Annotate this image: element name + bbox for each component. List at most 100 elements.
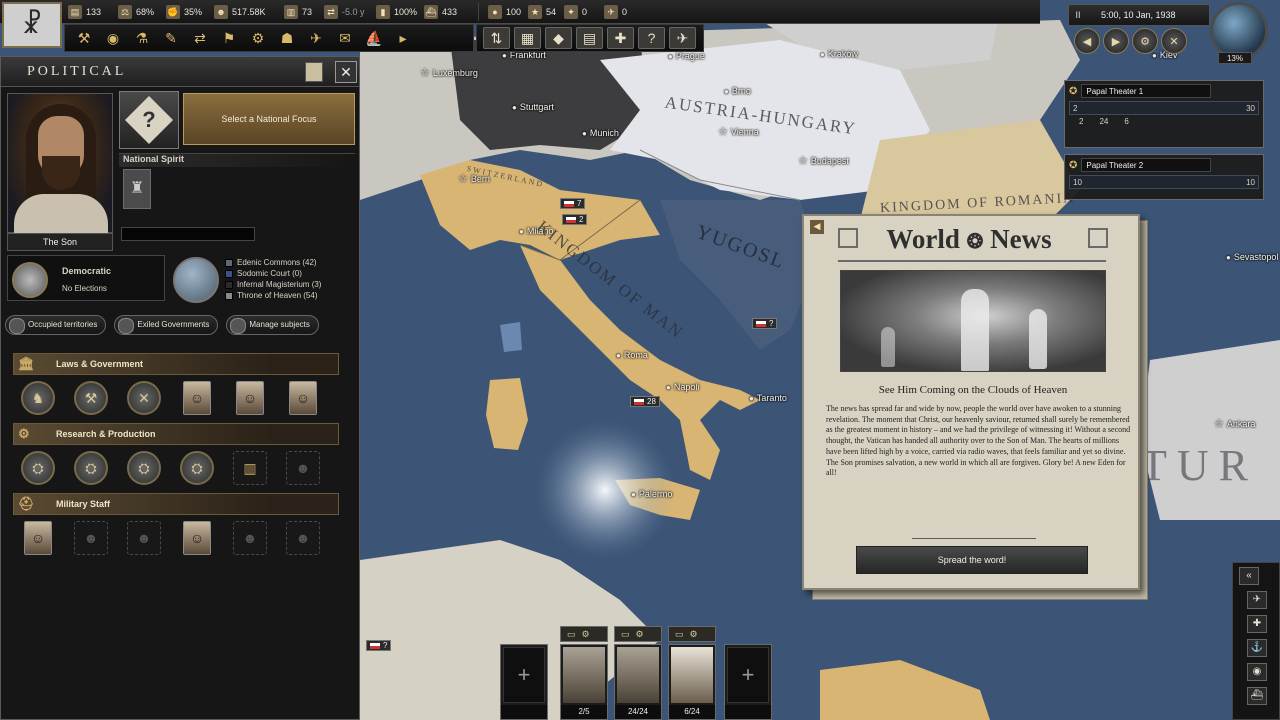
city-luxemburg[interactable]: Luxemburg [420,66,478,79]
date-display[interactable]: II 5:00, 10 Jan, 1938 [1068,4,1210,26]
plane-icon[interactable]: ✈ [1247,591,1267,609]
advisor-portrait[interactable]: ☺ [289,381,317,415]
speed-up-icon[interactable]: ▶ [1103,28,1129,54]
exiled-governments-button[interactable]: Exiled Governments [114,315,219,335]
logistics-icon[interactable]: ✈ [303,27,329,49]
army-tab[interactable]: ▭ ⚙ [560,626,608,642]
document-icon[interactable] [305,62,323,82]
air-icon[interactable]: ▸ [390,27,416,49]
document-icon[interactable]: ▤ [576,27,603,49]
ship-icon[interactable]: ⛴ [1247,687,1267,705]
city-prague[interactable]: Prague [668,51,705,61]
country-flag[interactable]: ☧ [2,2,62,48]
advisor-portrait[interactable]: ☺ [236,381,264,415]
unit-counter[interactable]: 28 [630,396,660,407]
manpower-counter[interactable]: ☻ 517.58K [214,3,266,21]
tank-designer-icon[interactable]: ⛭ [21,451,55,485]
crossed-swords-icon[interactable]: ✕ [1161,28,1187,54]
materiel-designer-icon[interactable]: ⛭ [180,451,214,485]
political-power-counter[interactable]: ⚖ 68% [118,3,154,21]
civilian-factory-counter[interactable]: ▥ 73 [284,3,312,21]
add-army-card[interactable]: + [724,644,772,720]
army-exp-counter[interactable]: ★ 54 [528,3,556,21]
unit-counter[interactable]: ? [752,318,778,329]
army-general-card[interactable]: 6/24 [668,644,716,720]
occupied-territories-button[interactable]: Occupied territories [5,315,107,335]
factories-counter[interactable]: ▤ 133 [68,3,101,21]
army-tab[interactable]: ▭ ⚙ [614,626,662,642]
collapse-left-icon[interactable]: « [1239,567,1259,585]
politics-gavel-icon[interactable]: ⚒ [71,27,97,49]
party-popularity-pie[interactable] [173,257,219,303]
city-palermo[interactable]: Palermo [631,489,673,499]
close-button[interactable]: ✕ [335,61,357,83]
high-command-slot[interactable]: ☻ [233,521,267,555]
diplomacy-icon[interactable]: ✎ [158,27,184,49]
navy-icon[interactable]: ⛵ [361,27,387,49]
select-national-focus-button[interactable]: Select a National Focus [183,93,355,145]
navy-exp-counter[interactable]: ✦ 0 [564,3,587,21]
city-budapest[interactable]: Budapest [798,154,849,167]
air-map-icon[interactable]: ✈ [669,27,696,49]
city-vienna[interactable]: Vienna [718,125,759,138]
theorist-slot[interactable]: ☻ [286,451,320,485]
city-brno[interactable]: Brno [724,86,751,96]
national-spirit-icon[interactable]: ♜ [123,169,151,209]
add-army-card[interactable]: + [500,644,548,720]
settings-icon[interactable]: ⚙ [1132,28,1158,54]
chief-of-staff-portrait[interactable]: ☺ [24,521,52,555]
party-row[interactable]: Sodomic Court (0) [225,268,355,279]
terrain-icon[interactable]: ▦ [514,27,541,49]
party-row[interactable]: Throne of Heaven (54) [225,290,355,301]
city-roma[interactable]: Roma [616,350,648,360]
production-icon[interactable]: ⚙ [245,27,271,49]
navy-chief-slot[interactable]: ☻ [127,521,161,555]
conscription-law-icon[interactable]: ♞ [21,381,55,415]
question-icon[interactable]: ? [638,27,665,49]
city-sevastopol[interactable]: Sevastopol [1226,252,1279,262]
army-chief-slot[interactable]: ☻ [74,521,108,555]
economy-law-icon[interactable]: ⚒ [74,381,108,415]
anchor-icon[interactable]: ⚓ [1247,639,1267,657]
city-taranto[interactable]: Taranto [749,393,787,403]
air-chief-portrait[interactable]: ☺ [183,521,211,555]
trade-icon[interactable]: ⇄ [187,27,213,49]
air-exp-counter[interactable]: ✈ 0 [604,3,627,21]
rally-icon[interactable]: ✚ [1247,615,1267,633]
spread-the-word-button[interactable]: Spread the word! [856,546,1088,574]
high-command-slot[interactable]: ☻ [286,521,320,555]
unit-counter[interactable]: 2 [562,214,588,225]
convoy-counter[interactable]: ⛴ 433 [424,3,457,21]
collapse-arrow-icon[interactable]: ◀ [810,220,824,234]
unit-counter[interactable]: ? [366,640,392,651]
city-ankara[interactable]: Ankara [1214,417,1256,430]
pause-icon[interactable]: II [1069,10,1087,20]
theater-card[interactable]: ✪ Papal Theater 1 2 30 2 24 6 [1064,80,1264,148]
government-box[interactable]: Democratic No Elections [7,255,165,301]
speed-down-icon[interactable]: ◀ [1074,28,1100,54]
leader-portrait[interactable] [7,93,113,234]
eye-icon[interactable]: ◉ [1247,663,1267,681]
army-general-card[interactable]: 24/24 [614,644,662,720]
theater-name[interactable]: Papal Theater 1 [1081,84,1212,98]
oil-counter[interactable]: ● 100 [488,3,521,21]
city-krakow[interactable]: Kraków [820,49,858,59]
theater-card[interactable]: ✪ Papal Theater 2 10 10 [1064,154,1264,200]
decisions-icon[interactable]: ✉ [332,27,358,49]
stability-counter[interactable]: ▮ 100% [376,3,417,21]
trade-law-icon[interactable]: ✕ [127,381,161,415]
industrial-concern-icon[interactable]: ▥ [233,451,267,485]
ship-designer-icon[interactable]: ⛭ [74,451,108,485]
city-stuttgart[interactable]: Stuttgart [512,102,554,112]
unit-counter[interactable]: 7 [560,198,586,209]
party-row[interactable]: Infernal Magisterium (3) [225,279,355,290]
party-row[interactable]: Edenic Commons (42) [225,257,355,268]
city-munich[interactable]: Munich [582,128,619,138]
army-general-card[interactable]: 2/5 [560,644,608,720]
lend-lease-counter[interactable]: ⇄ -5.0 y [324,3,365,21]
recruit-icon[interactable]: ☗ [274,27,300,49]
national-focus-icon[interactable]: ? [119,91,179,149]
theater-name[interactable]: Papal Theater 2 [1081,158,1212,172]
research-icon[interactable]: ⚗ [129,27,155,49]
war-support-counter[interactable]: ✊ 35% [166,3,202,21]
